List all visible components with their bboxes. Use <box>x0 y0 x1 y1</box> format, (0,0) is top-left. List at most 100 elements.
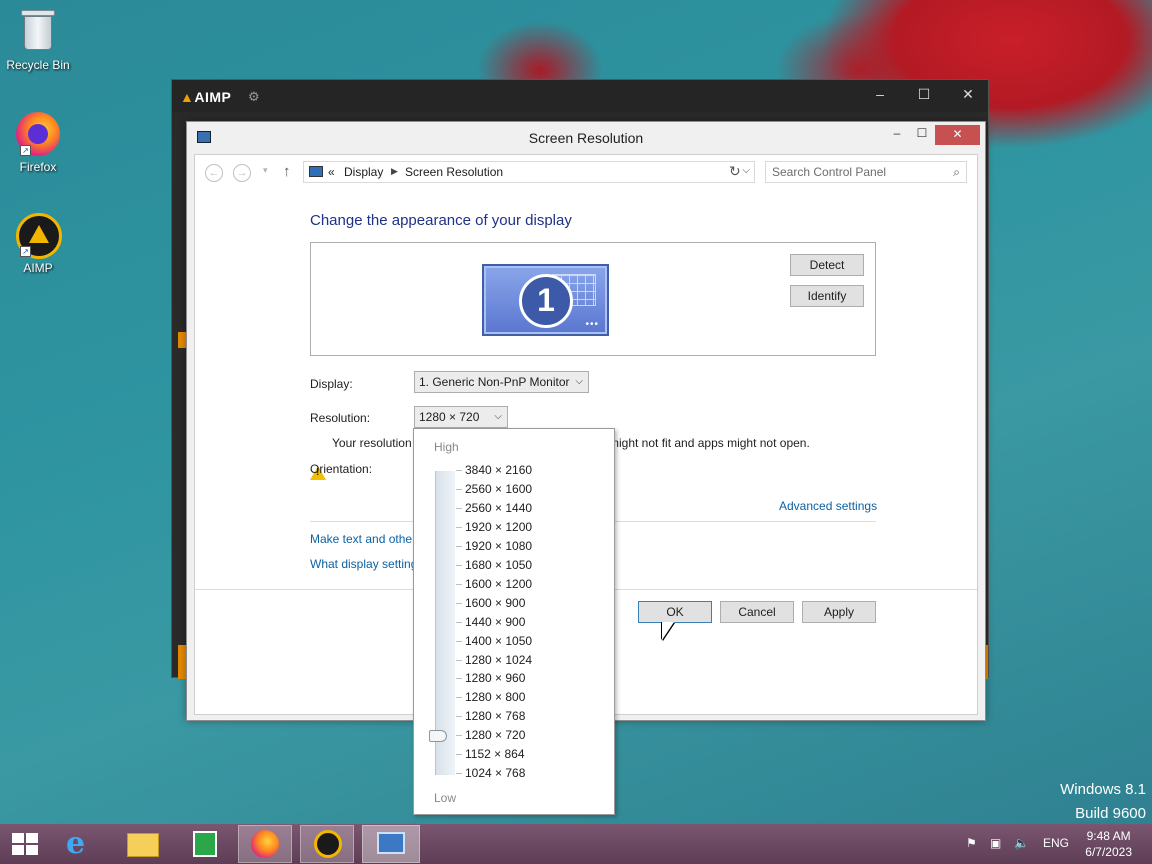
resolution-option[interactable]: 1280 × 1024 <box>465 651 532 670</box>
taskbar-dots-graphic: ••• <box>585 319 599 330</box>
display-select[interactable]: 1. Generic Non-PnP Monitor ⌵ <box>414 371 589 393</box>
desktop-icon-label: AIMP <box>23 261 53 275</box>
resolution-option[interactable]: 1280 × 720 <box>465 726 525 745</box>
recent-locations-chevron-icon[interactable]: ▾ <box>263 165 268 176</box>
resolution-option[interactable]: 3840 × 2160 <box>465 461 532 480</box>
minimize-button[interactable]: – <box>887 126 907 144</box>
maximize-button[interactable]: ☐ <box>912 126 932 144</box>
aimp-maximize-button[interactable]: ☐ <box>904 86 944 103</box>
gear-icon[interactable]: ⚙ <box>248 89 260 105</box>
resolution-option[interactable]: 1680 × 1050 <box>465 556 532 575</box>
slider-tick-mark <box>456 716 462 718</box>
display-preview: ••• 1 Detect Identify <box>310 242 876 356</box>
taskbar-firefox[interactable] <box>238 825 292 863</box>
flag-icon[interactable]: ⚑ <box>966 836 977 850</box>
desktop-icon-firefox[interactable]: ↗ Firefox <box>0 112 76 174</box>
speaker-muted-icon[interactable]: 🔈 <box>1014 836 1029 850</box>
resolution-option[interactable]: 1920 × 1080 <box>465 537 532 556</box>
resolution-option[interactable]: 1920 × 1200 <box>465 518 532 537</box>
resolution-select[interactable]: 1280 × 720 ⌵ <box>414 406 508 428</box>
breadcrumb-separator-icon[interactable]: ▶ <box>391 166 398 177</box>
display-settings-icon <box>377 832 405 854</box>
search-icon[interactable]: ⌕ <box>953 165 960 180</box>
resolution-option[interactable]: 1440 × 900 <box>465 613 525 632</box>
address-bar[interactable]: « Display ▶ Screen Resolution ⌵ <box>303 161 755 183</box>
resolution-option[interactable]: 1400 × 1050 <box>465 632 532 651</box>
taskbar: e ⚑ ▣ 🔈 ENG 9:48 AM 6/7/2023 <box>0 824 1152 864</box>
slider-tick-mark <box>456 754 462 756</box>
slider-tick-mark <box>456 545 462 547</box>
advanced-settings-link[interactable]: Advanced settings <box>779 499 877 513</box>
resolution-option[interactable]: 1600 × 900 <box>465 594 525 613</box>
identify-button[interactable]: Identify <box>790 285 864 307</box>
aimp-minimize-button[interactable]: – <box>860 86 900 102</box>
slider-tick-mark <box>456 602 462 604</box>
taskbar-store[interactable] <box>178 825 232 863</box>
high-label: High <box>434 440 459 454</box>
recycle-bin-icon <box>21 8 55 52</box>
slider-tick-mark <box>456 507 462 509</box>
text-size-link[interactable]: Make text and other <box>310 532 416 546</box>
resolution-option[interactable]: 1280 × 800 <box>465 688 525 707</box>
navigation-bar: ← → ▾ ↑ « Display ▶ Screen Resolution ⌵ … <box>195 155 977 191</box>
cancel-button[interactable]: Cancel <box>720 601 794 623</box>
resolution-option[interactable]: 1600 × 1200 <box>465 575 532 594</box>
taskbar-aimp[interactable] <box>300 825 354 863</box>
monitor-icon <box>309 166 323 177</box>
taskbar-internet-explorer[interactable]: e <box>54 825 108 863</box>
chevron-down-icon[interactable]: ⌵ <box>742 165 750 176</box>
monitor-number: 1 <box>519 274 573 328</box>
display-settings-help-link[interactable]: What display setting <box>310 557 417 571</box>
clock[interactable]: 9:48 AM 6/7/2023 <box>1085 828 1132 860</box>
resolution-option[interactable]: 2560 × 1600 <box>465 480 532 499</box>
folder-icon <box>127 833 159 857</box>
resolution-dropdown: High 3840 × 2160 2560 × 1600 2560 × 1440 19… <box>413 428 615 815</box>
up-arrow-icon[interactable]: ↑ <box>283 163 291 180</box>
taskbar-control-panel[interactable] <box>362 825 420 863</box>
detect-button[interactable]: Detect <box>790 254 864 276</box>
resolution-slider-thumb[interactable] <box>429 730 447 742</box>
refresh-icon[interactable]: ↻ <box>729 163 741 180</box>
window-titlebar: Screen Resolution – ☐ ✕ <box>187 122 985 154</box>
display-label: Display: <box>310 377 353 391</box>
aimp-logo: ▲AIMP <box>180 89 232 105</box>
breadcrumb-overflow[interactable]: « <box>328 165 335 179</box>
slider-tick-mark <box>456 621 462 623</box>
search-input[interactable] <box>772 165 942 179</box>
slider-tick-mark <box>456 488 462 490</box>
resolution-select-value: 1280 × 720 <box>419 410 480 424</box>
aimp-close-button[interactable]: ✕ <box>948 86 988 103</box>
store-icon <box>193 831 217 857</box>
search-box[interactable]: ⌕ <box>765 161 967 183</box>
desktop-icon-aimp[interactable]: ↗ AIMP <box>0 213 76 275</box>
shortcut-arrow-icon: ↗ <box>20 145 31 156</box>
desktop-icon-recycle-bin[interactable]: Recycle Bin <box>0 8 76 72</box>
slider-tick-mark <box>456 697 462 699</box>
breadcrumb-display[interactable]: Display <box>344 165 383 179</box>
forward-arrow-icon[interactable]: → <box>233 164 251 182</box>
resolution-option[interactable]: 1152 × 864 <box>465 745 525 764</box>
slider-tick-mark <box>456 659 462 661</box>
language-indicator[interactable]: ENG <box>1043 836 1069 850</box>
slider-tick-mark <box>456 735 462 737</box>
window-title: Screen Resolution <box>528 130 644 146</box>
network-icon[interactable]: ▣ <box>990 836 1001 850</box>
desktop-icon-label: Recycle Bin <box>6 58 70 72</box>
resolution-label: Resolution: <box>310 411 371 425</box>
monitor-1-tile[interactable]: ••• 1 <box>482 264 609 336</box>
resolution-option[interactable]: 1280 × 768 <box>465 707 525 726</box>
resolution-option[interactable]: 1024 × 768 <box>465 764 525 783</box>
breadcrumb-screen-resolution[interactable]: Screen Resolution <box>405 165 503 179</box>
ok-button[interactable]: OK <box>638 601 712 623</box>
resolution-option[interactable]: 2560 × 1440 <box>465 499 532 518</box>
display-select-value: 1. Generic Non-PnP Monitor <box>419 375 570 389</box>
back-arrow-icon[interactable]: ← <box>205 164 223 182</box>
close-button[interactable]: ✕ <box>935 125 980 145</box>
windows-version-watermark: Windows 8.1 <box>1060 781 1146 798</box>
apply-button[interactable]: Apply <box>802 601 876 623</box>
taskbar-file-explorer[interactable] <box>116 825 170 863</box>
resolution-option[interactable]: 1280 × 960 <box>465 669 525 688</box>
start-button[interactable] <box>12 833 38 855</box>
slider-tick-mark <box>456 583 462 585</box>
clock-time: 9:48 AM <box>1086 829 1131 843</box>
